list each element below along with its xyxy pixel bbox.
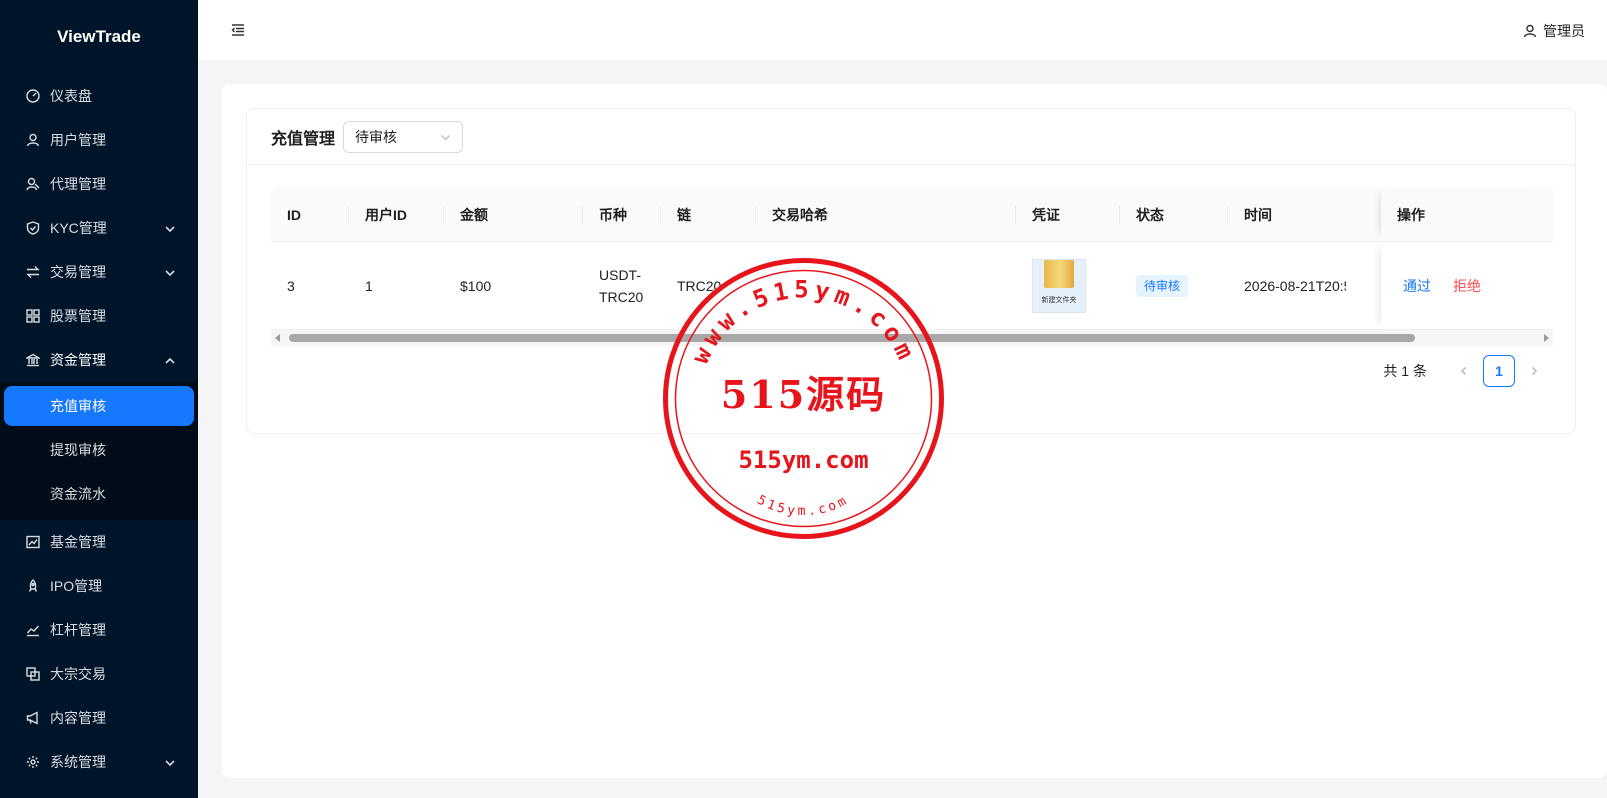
cell-id: 3 [287, 277, 295, 294]
stamp-center-text: 515源码 [721, 372, 886, 417]
sidebar-item-label: IPO管理 [50, 578, 103, 594]
sidebar-item-label: 交易管理 [50, 264, 106, 280]
col-amount: 金额 [444, 188, 583, 242]
grid-icon [26, 309, 40, 323]
sidebar-item-fund-flow[interactable]: 资金流水 [4, 474, 194, 514]
folder-icon [1044, 259, 1074, 288]
col-actions: 操作 [1381, 188, 1553, 241]
sidebar-item-leverage[interactable]: 杠杆管理 [0, 608, 198, 652]
sidebar-item-label: 内容管理 [50, 710, 106, 726]
sidebar-item-kyc[interactable]: KYC管理 [0, 206, 198, 250]
sidebar-item-label: 资金管理 [50, 352, 106, 368]
chevron-up-icon [164, 354, 176, 366]
rocket-icon [26, 579, 40, 593]
shield-icon [26, 221, 40, 235]
sidebar: ViewTrade 仪表盘 用户管理 代理管理 KYC管理 交易管理 股票管理 … [0, 0, 198, 798]
sidebar-item-label: 基金管理 [50, 534, 106, 550]
cell-time: 2026-08-21T20:5 [1244, 277, 1346, 294]
col-chain: 链 [661, 188, 756, 242]
status-filter-select[interactable]: 待审核 [343, 120, 464, 153]
user-menu[interactable]: 管理员 [1523, 21, 1585, 41]
sidebar-item-label: 大宗交易 [50, 666, 106, 682]
next-page-icon[interactable] [1527, 364, 1541, 378]
sidebar-item-label: 系统管理 [50, 754, 106, 770]
cell-coin-line1: USDT- [599, 266, 641, 283]
sidebar-item-withdraw-review[interactable]: 提现审核 [4, 430, 194, 470]
menu-fold-icon[interactable] [230, 22, 246, 38]
page-number-button[interactable]: 1 [1483, 355, 1515, 387]
sidebar-item-system[interactable]: 系统管理 [0, 740, 198, 784]
gear-icon [26, 755, 40, 769]
cell-proof: 新建文件夹 [1016, 242, 1120, 330]
sidebar-item-label: 仪表盘 [50, 88, 92, 104]
proof-image-thumbnail[interactable]: 新建文件夹 [1032, 258, 1086, 313]
chevron-down-icon [164, 222, 176, 234]
col-time: 时间 [1244, 206, 1272, 223]
reject-link[interactable]: 拒绝 [1453, 276, 1481, 296]
chevron-down-icon [164, 266, 176, 278]
sidebar-item-label: 杠杆管理 [50, 622, 106, 638]
user-icon [26, 133, 40, 147]
sidebar-item-content[interactable]: 内容管理 [0, 696, 198, 740]
watermark-stamp: www.515ym.com 515源码 515ym.com 515ym.com [663, 258, 944, 539]
col-id: ID [271, 188, 349, 242]
chevron-down-icon [440, 134, 451, 141]
sidebar-item-agents[interactable]: 代理管理 [0, 162, 198, 206]
user-icon [1523, 24, 1537, 38]
cell-amount: $100 [460, 277, 492, 294]
fund-chart-icon [26, 535, 40, 549]
sidebar-item-stocks[interactable]: 股票管理 [0, 294, 198, 338]
line-chart-icon [26, 623, 40, 637]
swap-icon [26, 265, 40, 279]
scroll-right-icon[interactable] [1544, 334, 1549, 342]
stamp-domain-text: 515ym.com [738, 446, 868, 474]
cell-coin-line2: TRC20 [599, 288, 644, 305]
card-header: 充值管理 待审核 [247, 109, 1575, 165]
bank-icon [26, 353, 40, 367]
status-filter-value: 待审核 [355, 128, 398, 145]
megaphone-icon [26, 711, 40, 725]
chevron-down-icon [164, 756, 176, 768]
sidebar-item-label: 用户管理 [50, 132, 106, 148]
cell-coin: USDT- TRC20 [583, 242, 661, 330]
proof-caption: 新建文件夹 [1041, 296, 1077, 304]
sidebar-item-block-trade[interactable]: 大宗交易 [0, 652, 198, 696]
app-logo: ViewTrade [57, 27, 141, 46]
user-name: 管理员 [1543, 23, 1585, 39]
cell-actions: 通过 拒绝 [1381, 242, 1553, 329]
col-coin: 币种 [583, 188, 661, 242]
col-user-id: 用户ID [349, 188, 444, 242]
cell-status: 待审核 [1120, 242, 1228, 330]
status-badge: 待审核 [1136, 274, 1189, 297]
col-hash: 交易哈希 [756, 188, 1016, 242]
col-status: 状态 [1120, 188, 1228, 242]
sidebar-item-label: 股票管理 [50, 308, 106, 324]
page-title: 充值管理 [271, 130, 336, 148]
pagination: 共 1 条 1 [1383, 355, 1553, 387]
scroll-left-icon[interactable] [275, 334, 280, 342]
sidebar-item-deposit-review[interactable]: 充值审核 [4, 386, 194, 426]
sidebar-item-funds[interactable]: 资金管理 [0, 338, 198, 382]
pagination-total: 共 1 条 [1383, 363, 1427, 379]
block-icon [26, 667, 40, 681]
approve-link[interactable]: 通过 [1403, 276, 1431, 296]
prev-page-icon[interactable] [1457, 364, 1471, 378]
sidebar-item-dashboard[interactable]: 仪表盘 [0, 74, 198, 118]
cell-user-id: 1 [365, 277, 373, 294]
agent-icon [26, 177, 40, 191]
sidebar-item-label: 代理管理 [50, 176, 106, 192]
sidebar-item-fund-products[interactable]: 基金管理 [0, 520, 198, 564]
table-header: ID 用户ID 金额 币种 链 交易哈希 凭证 状态 时间 操作 [271, 188, 1553, 242]
col-proof: 凭证 [1016, 188, 1120, 242]
sidebar-item-ipo[interactable]: IPO管理 [0, 564, 198, 608]
sidebar-item-trading[interactable]: 交易管理 [0, 250, 198, 294]
sidebar-item-users[interactable]: 用户管理 [0, 118, 198, 162]
dashboard-icon [26, 89, 40, 103]
funds-submenu: 充值审核 提现审核 资金流水 [0, 382, 198, 520]
top-header: 管理员 [198, 0, 1607, 60]
sidebar-item-label: KYC管理 [50, 220, 107, 236]
stamp-arc-bottom-text: 515ym.com [755, 493, 852, 520]
